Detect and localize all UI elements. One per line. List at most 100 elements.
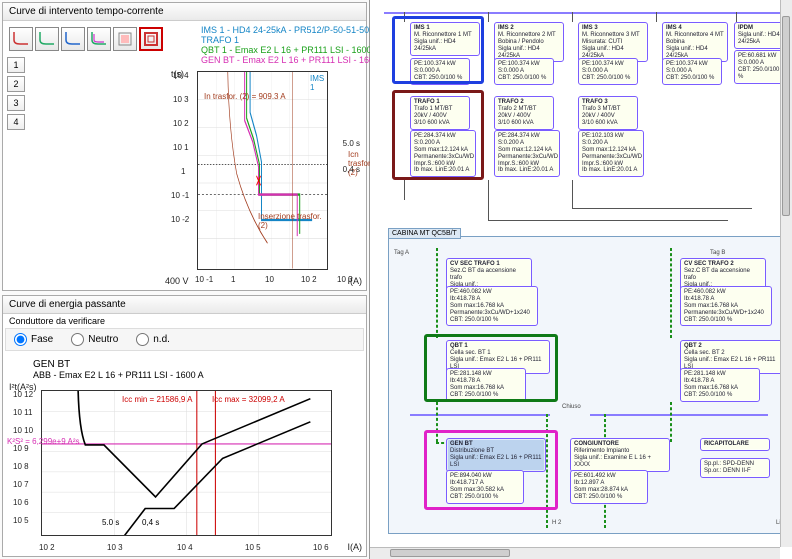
- wire: [656, 12, 657, 22]
- curve-tool-2[interactable]: [35, 27, 59, 51]
- ann-ims1: IMS 1: [310, 74, 327, 92]
- block-ipdm-data[interactable]: PE:60.681 kWS:0.000 ACBT: 250.0/100 %: [734, 50, 786, 84]
- block-ims3-data[interactable]: PE:100.374 kWS:0.000 ACBT: 250.0/100 %: [578, 58, 638, 85]
- wire: [488, 12, 489, 22]
- single-line-diagram[interactable]: IMS 1M. Riconnettore 1 MTSigla unif.: HD…: [370, 0, 792, 559]
- curve-tool-4[interactable]: [87, 27, 111, 51]
- tc-yt-0: 10 4: [173, 71, 189, 80]
- cabina-label: CABINA MT QC5B/T: [388, 228, 461, 239]
- block-ricapitolare[interactable]: RICAPITOLARE: [700, 438, 770, 451]
- block-ims2-data[interactable]: PE:100.374 kWS:0.000 ACBT: 250.0/100 %: [494, 58, 554, 85]
- block-ims4[interactable]: IMS 4M. Riconnettore 4 MTBobinaSigla uni…: [662, 22, 728, 62]
- gwire: [670, 248, 672, 338]
- hl-trafo1: [392, 90, 484, 180]
- ref-04s: 0,4 s: [343, 165, 360, 174]
- conductor-groupbox-label: Conduttore da verificare: [3, 314, 366, 326]
- busbar-bt-left: [410, 414, 550, 416]
- tc-xt-2: 10: [265, 275, 274, 284]
- tc-yt-5: 10 -1: [171, 191, 189, 200]
- energy-5s: 5.0 s: [102, 518, 119, 527]
- block-cv2-data[interactable]: PE:460.082 kWIb:418.78 ASom max:16.768 k…: [680, 286, 772, 326]
- time-current-panel: Curve di intervento tempo-corrente 1 2 3…: [2, 2, 367, 291]
- tc-yt-2: 10 2: [173, 119, 189, 128]
- en-yt-7: 10 5: [13, 516, 29, 525]
- tag-h2: H 2: [552, 520, 561, 526]
- icc-max-label: Icc max = 32099,2 A: [212, 395, 285, 404]
- en-yt-3: 10 9: [13, 444, 29, 453]
- gwire: [436, 248, 438, 338]
- energy-panel: Curve di energia passante Conduttore da …: [2, 295, 367, 557]
- tc-plot-area[interactable]: In trasfor. (2) = 909.3 A IMS 1 Icn tras…: [197, 71, 328, 270]
- scroll-thumb-h[interactable]: [390, 549, 510, 557]
- block-ims4-data[interactable]: PE:100.374 kWS:0.000 ACBT: 250.0/100 %: [662, 58, 722, 85]
- wire: [736, 12, 737, 22]
- wire: [572, 12, 573, 22]
- en-xt-3: 10 5: [245, 543, 261, 552]
- block-trafo2-data[interactable]: PE:284.374 kWS:0.200 ASom max:12.124 kAP…: [494, 130, 560, 177]
- en-yt-0: 10 12: [13, 390, 33, 399]
- radio-nd[interactable]: n.d.: [136, 333, 170, 346]
- radio-nd-input[interactable]: [136, 333, 149, 346]
- curve-tool-6[interactable]: [139, 27, 163, 51]
- energy-plot-area[interactable]: Icc min = 21586,9 A Icc max = 32099,2 A …: [41, 390, 332, 536]
- tc-xt-3: 10 2: [301, 275, 317, 284]
- block-cv1-data[interactable]: PE:460.082 kWIb:418.78 ASom max:16.768 k…: [446, 286, 538, 326]
- block-congiuntore[interactable]: CONGIUNTORERiferimento ImpiantoSigla uni…: [570, 438, 670, 472]
- curve-tool-3[interactable]: [61, 27, 85, 51]
- busbar-bt-right: [590, 414, 768, 416]
- en-xt-2: 10 4: [177, 543, 193, 552]
- radio-fase-input[interactable]: [14, 333, 27, 346]
- block-ipdm[interactable]: IPDMSigla unif.: HD4 24/25kA: [734, 22, 786, 49]
- tc-xt-0: 10 -1: [195, 275, 213, 284]
- radio-fase-label: Fase: [31, 334, 53, 345]
- page-btn-2[interactable]: 2: [7, 76, 25, 92]
- block-ims2[interactable]: IMS 2M. Riconnettore 2 MTBobina / Pendol…: [494, 22, 564, 62]
- tc-yt-6: 10 -2: [171, 215, 189, 224]
- energy-h2: ABB - Emax E2 L 16 + PR111 LSI - 1600 A: [33, 370, 356, 380]
- block-trafo2[interactable]: TRAFO 2Trafo 2 MT/BT20kV / 400V3/10 600 …: [494, 96, 554, 130]
- wire: [404, 180, 405, 200]
- tc-yt-3: 10 1: [173, 143, 189, 152]
- busbar-mt: [384, 12, 780, 14]
- en-yt-2: 10 10: [13, 426, 33, 435]
- energy-h1: GEN BT: [33, 359, 356, 370]
- icc-min-label: Icc min = 21586,9 A: [122, 395, 193, 404]
- tag-b: Tag B: [710, 250, 725, 256]
- wire: [572, 180, 573, 208]
- closed-label: Chiuso: [562, 404, 581, 410]
- en-xt-0: 10 2: [39, 543, 55, 552]
- block-trafo3[interactable]: TRAFO 3Trafo 3 MT/BT20kV / 400V3/10 600 …: [578, 96, 638, 130]
- hl-ims1: [392, 16, 484, 84]
- radio-neutro-label: Neutro: [88, 334, 118, 345]
- diagram-scroll-h[interactable]: [370, 547, 780, 559]
- en-xt-1: 10 3: [107, 543, 123, 552]
- radio-nd-label: n.d.: [153, 334, 170, 345]
- block-ricap-data[interactable]: Sp.pl.: SPD-DENNSp.or.: DENN II-F: [700, 458, 770, 478]
- block-ims3[interactable]: IMS 3M. Riconnettore 3 MTMisurata: CUTIS…: [578, 22, 648, 62]
- block-cong-data[interactable]: PE:601.492 kWIb:12.897 ASom max:28.874 k…: [570, 470, 648, 504]
- tc-yt-1: 10 3: [173, 95, 189, 104]
- energy-04s: 0,4 s: [142, 518, 159, 527]
- page-btn-3[interactable]: 3: [7, 95, 25, 111]
- tag-a: Tag A: [394, 250, 409, 256]
- diagram-scroll-v[interactable]: [780, 0, 792, 547]
- curve-tool-1[interactable]: [9, 27, 33, 51]
- radio-neutro[interactable]: Neutro: [71, 333, 118, 346]
- block-qbt2-data[interactable]: PE:281.148 kWIb:418.78 ASom max:16.768 k…: [680, 368, 760, 402]
- block-trafo3-data[interactable]: PE:102.103 kWS:0.200 ASom max:12.124 kAP…: [578, 130, 644, 177]
- wire: [572, 208, 752, 209]
- radio-fase[interactable]: Fase: [14, 333, 53, 346]
- time-current-chart: IMS 1 - HD4 24-25kA - PR512/P-50-51-50N-…: [165, 25, 362, 288]
- curve-tool-5[interactable]: [113, 27, 137, 51]
- x-axis-left-label: 400 V: [165, 276, 189, 286]
- hl-qbt1: [424, 334, 558, 402]
- page-btn-4[interactable]: 4: [7, 114, 25, 130]
- page-btn-1[interactable]: 1: [7, 57, 25, 73]
- radio-neutro-input[interactable]: [71, 333, 84, 346]
- energy-x-label: I(A): [348, 542, 363, 552]
- wire: [488, 220, 728, 221]
- tc-xt-4: 10 3: [337, 275, 353, 284]
- hl-genbt: [424, 430, 558, 510]
- scroll-thumb-v[interactable]: [782, 16, 790, 216]
- en-yt-4: 10 8: [13, 462, 29, 471]
